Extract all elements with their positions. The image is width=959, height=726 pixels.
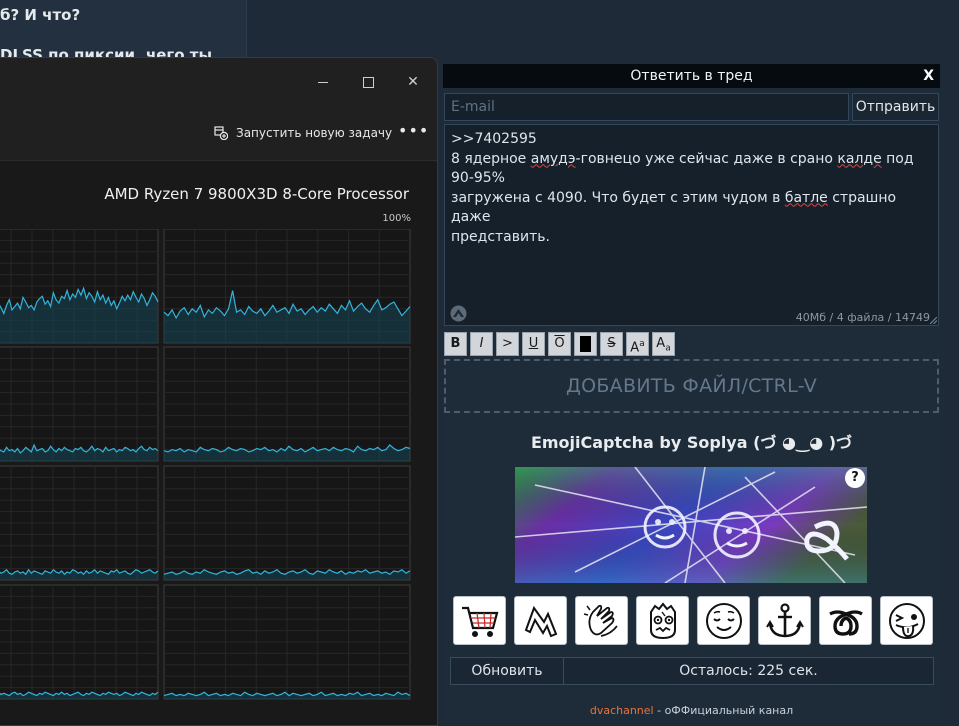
captcha-help-button[interactable]: ? [845, 468, 865, 488]
format-button-label: S [607, 336, 616, 351]
format-button-label: I [479, 336, 484, 351]
file-dropzone[interactable]: ДОБАВИТЬ ФАЙЛ/CTRL-V [444, 359, 939, 413]
new-task-icon [214, 126, 228, 140]
minimize-button[interactable] [311, 70, 335, 94]
captcha-option-loop[interactable] [819, 596, 872, 645]
close-reply-button[interactable]: X [923, 64, 934, 88]
spoiler-block-icon [580, 335, 591, 352]
zombie-face-icon [649, 601, 676, 639]
captcha-option-clap[interactable] [575, 596, 628, 645]
tongue-out-face-icon [888, 602, 925, 639]
captcha-option-cart[interactable] [453, 596, 506, 645]
reply-form-header: Ответить в тред X [443, 64, 940, 88]
message-line: 8 ядерное амудэ-говнецо уже сейчас даже … [451, 150, 931, 189]
run-new-task-button[interactable]: Запустить новую задачу [214, 122, 392, 144]
captcha-option-zombie[interactable] [636, 596, 689, 645]
captcha-option-zigzag[interactable] [514, 596, 567, 645]
strike-button[interactable]: S [600, 332, 623, 356]
cpu-core-graph [163, 346, 411, 462]
task-manager-window: ✕ Запустить новую задачу ••• AMD Ryzen 7… [0, 57, 438, 726]
message-textarea[interactable]: >>7402595 8 ядерное амудэ-говнецо уже се… [444, 124, 939, 326]
board-logo-icon [450, 305, 467, 322]
cpu-core-graph [0, 584, 159, 700]
maximize-icon [362, 76, 374, 88]
footer-text: - оФФициальный канал [653, 704, 794, 717]
post-text-line: б? И что? [0, 6, 81, 24]
italic-button[interactable]: I [470, 332, 493, 356]
formatting-toolbar: B I > U O S Aa Aa [444, 332, 675, 356]
upload-limits-counter: 40Мб / 4 файла / 14749 [795, 311, 930, 324]
format-button-sup: a [639, 339, 645, 349]
emoji-options [453, 596, 933, 645]
reply-form-title: Ответить в тред [630, 68, 753, 84]
more-options-button[interactable]: ••• [398, 122, 428, 144]
email-field[interactable] [444, 93, 849, 121]
minimize-icon [318, 81, 328, 83]
format-button-label: A [630, 340, 640, 356]
captcha-title: EmojiCaptcha by Soplya (づ ◕‿◕ )づ [530, 433, 853, 452]
clapping-hands-icon [583, 604, 618, 637]
overline-button[interactable]: O [548, 332, 571, 356]
misspelled-word: калде [837, 150, 882, 167]
cpu-core-graph [0, 465, 159, 581]
zigzag-arrow-icon [524, 605, 557, 637]
captcha-option-relieved[interactable] [697, 596, 750, 645]
underline-button[interactable]: U [522, 332, 545, 356]
format-button-label: U [528, 336, 539, 351]
cpu-core-graphs [0, 229, 411, 700]
captcha-image [515, 467, 867, 583]
refresh-captcha-button[interactable]: Обновить [451, 658, 564, 684]
cpu-core-graph [0, 229, 159, 344]
format-button-label: B [450, 336, 461, 351]
run-new-task-label: Запустить новую задачу [236, 126, 393, 140]
message-text: >>7402595 8 ядерное амудэ-говнецо уже се… [451, 130, 931, 247]
message-fragment: загружена с 4090. Что будет с этим чудом… [451, 189, 785, 206]
email-row: Отправить [444, 93, 939, 121]
loop-symbol-icon [828, 609, 863, 636]
toolbar: Запустить новую задачу ••• [0, 106, 437, 161]
message-line: загружена с 4090. Что будет с этим чудом… [451, 189, 931, 228]
format-button-label: O [554, 336, 565, 351]
message-line: >>7402595 [451, 131, 537, 147]
cpu-core-graph [163, 584, 411, 700]
graph-scale-max: 100% [382, 213, 411, 224]
close-window-button[interactable]: ✕ [401, 70, 425, 94]
cpu-core-graph [163, 465, 411, 581]
format-button-label: A [656, 336, 666, 351]
captcha-timer: Осталось: 225 сек. [679, 663, 818, 679]
send-button[interactable]: Отправить [852, 93, 939, 121]
message-fragment: -говнецо уже сейчас даже в срано [575, 150, 838, 167]
message-fragment: 8 ядерное [451, 150, 531, 167]
captcha-controls: Обновить Осталось: 225 сек. [450, 657, 934, 685]
shopping-cart-icon [461, 606, 498, 637]
window-titlebar: ✕ [0, 58, 437, 106]
cpu-model-name: AMD Ryzen 7 9800X3D 8-Core Processor [104, 185, 409, 203]
reply-form: Ответить в тред X Отправить >>7402595 8 … [443, 64, 940, 724]
footer: dvachannel - оФФициальный канал [443, 704, 940, 717]
quote-button[interactable]: > [496, 332, 519, 356]
format-button-label: > [502, 336, 513, 351]
channel-link[interactable]: dvachannel [590, 704, 654, 717]
maximize-button[interactable] [356, 70, 380, 94]
misspelled-word: амудэ [530, 150, 576, 167]
subscript-button[interactable]: Aa [652, 332, 675, 356]
captcha-option-tongue[interactable] [880, 596, 933, 645]
spoiler-button[interactable] [574, 332, 597, 356]
message-line: представить. [451, 228, 550, 245]
superscript-button[interactable]: Aa [626, 332, 649, 356]
anchor-icon [765, 602, 804, 637]
cpu-core-graph [163, 229, 411, 344]
format-button-sub: a [665, 343, 671, 354]
cpu-core-graph [0, 346, 159, 462]
resize-grip-icon[interactable] [930, 317, 937, 324]
misspelled-word: батле [784, 189, 828, 206]
bold-button[interactable]: B [444, 332, 467, 356]
forum-post-fragment: б? И что? DLSS по пиксии, чего ты [0, 0, 247, 60]
captcha-option-anchor[interactable] [758, 596, 811, 645]
relieved-face-icon [705, 602, 742, 639]
performance-panel: AMD Ryzen 7 9800X3D 8-Core Processor 100… [0, 161, 437, 725]
post-text-line: DLSS по пиксии, чего ты [0, 46, 213, 57]
